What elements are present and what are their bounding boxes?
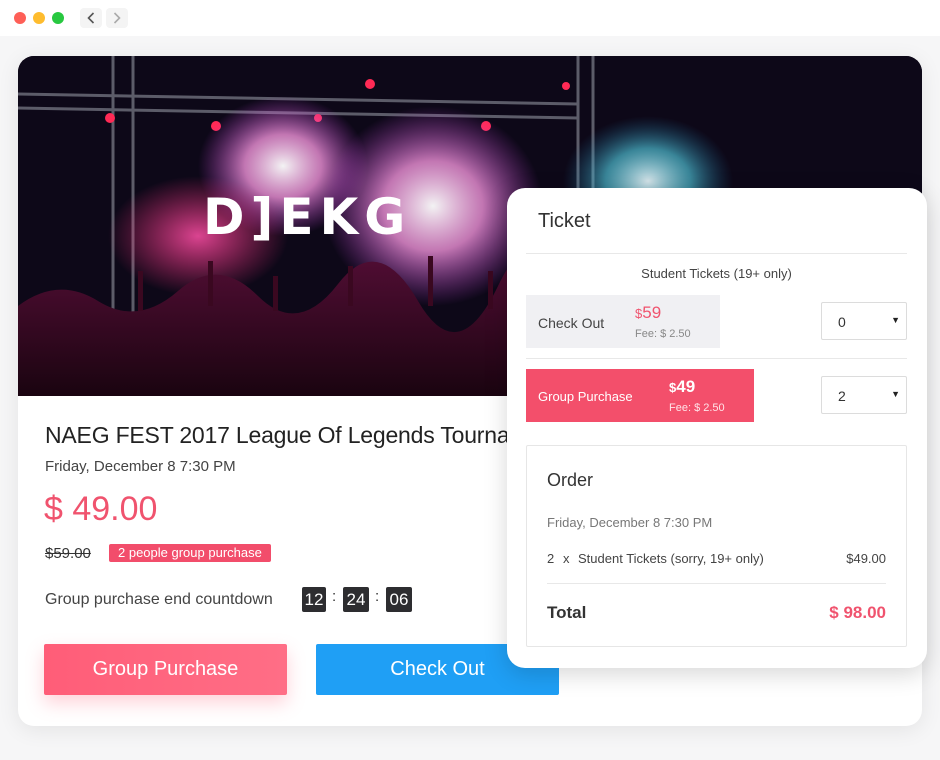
total-label: Total — [547, 603, 587, 622]
divider — [526, 253, 907, 254]
option-label: Check Out — [538, 315, 605, 331]
quantity-value: 2 — [838, 388, 846, 404]
event-title: NAEG FEST 2017 League Of Legends Tournam… — [45, 422, 525, 448]
minimize-window-button[interactable] — [33, 12, 45, 24]
option-price-value: 49 — [676, 377, 696, 396]
countdown-hours: 12 — [302, 587, 326, 612]
close-window-button[interactable] — [14, 12, 26, 24]
caret-down-icon: ▼ — [891, 315, 900, 325]
countdown-label: Group purchase end countdown — [45, 591, 273, 608]
countdown-separator: : — [332, 588, 337, 605]
original-price: $59.00 — [45, 545, 91, 562]
panel-title: Ticket — [538, 210, 591, 232]
countdown-separator: : — [375, 588, 380, 605]
divider — [547, 583, 886, 584]
order-title: Order — [547, 470, 594, 490]
group-purchase-button[interactable]: Group Purchase — [44, 644, 287, 695]
event-date: Friday, December 8 7:30 PM — [45, 458, 236, 475]
chevron-right-icon — [113, 12, 121, 24]
chevron-left-icon — [87, 12, 95, 24]
order-item-name: Student Tickets (sorry, 19+ only) — [578, 551, 764, 566]
order-quantity: 2 — [547, 551, 555, 566]
ticket-type-label: Student Tickets (19+ only) — [641, 266, 792, 281]
maximize-window-button[interactable] — [52, 12, 64, 24]
group-purchase-option[interactable]: Group Purchase $49 Fee: $ 2.50 — [526, 369, 754, 422]
option-fee: Fee: $ 2.50 — [669, 402, 725, 414]
countdown-minutes: 24 — [343, 587, 369, 612]
option-price-value: 59 — [642, 303, 662, 322]
checkout-option[interactable]: Check Out $59 Fee: $ 2.50 — [526, 295, 720, 348]
group-purchase-badge: 2 people group purchase — [109, 544, 271, 562]
option-fee: Fee: $ 2.50 — [635, 328, 691, 340]
countdown-seconds: 06 — [386, 587, 412, 612]
option-price: $49 — [669, 377, 695, 397]
order-summary: Order Friday, December 8 7:30 PM 2 x Stu… — [526, 445, 907, 647]
option-price: $59 — [635, 303, 661, 323]
back-button[interactable] — [80, 8, 102, 28]
ticket-panel: Ticket Student Tickets (19+ only) Check … — [507, 188, 927, 668]
caret-down-icon: ▼ — [891, 389, 900, 399]
divider — [526, 358, 907, 359]
order-date: Friday, December 8 7:30 PM — [547, 515, 713, 530]
order-multiplier: x — [563, 551, 570, 566]
total-amount: $ 98.00 — [829, 603, 886, 622]
group-price: $ 49.00 — [44, 490, 158, 528]
group-quantity-select[interactable]: 2 ▼ — [821, 376, 907, 414]
forward-button[interactable] — [106, 8, 128, 28]
window-titlebar — [0, 0, 940, 36]
order-subtotal: $49.00 — [846, 551, 886, 566]
checkout-quantity-select[interactable]: 0 ▼ — [821, 302, 907, 340]
option-label: Group Purchase — [538, 389, 633, 404]
stage-sign-text: D]EKG — [203, 188, 411, 246]
quantity-value: 0 — [838, 314, 846, 330]
